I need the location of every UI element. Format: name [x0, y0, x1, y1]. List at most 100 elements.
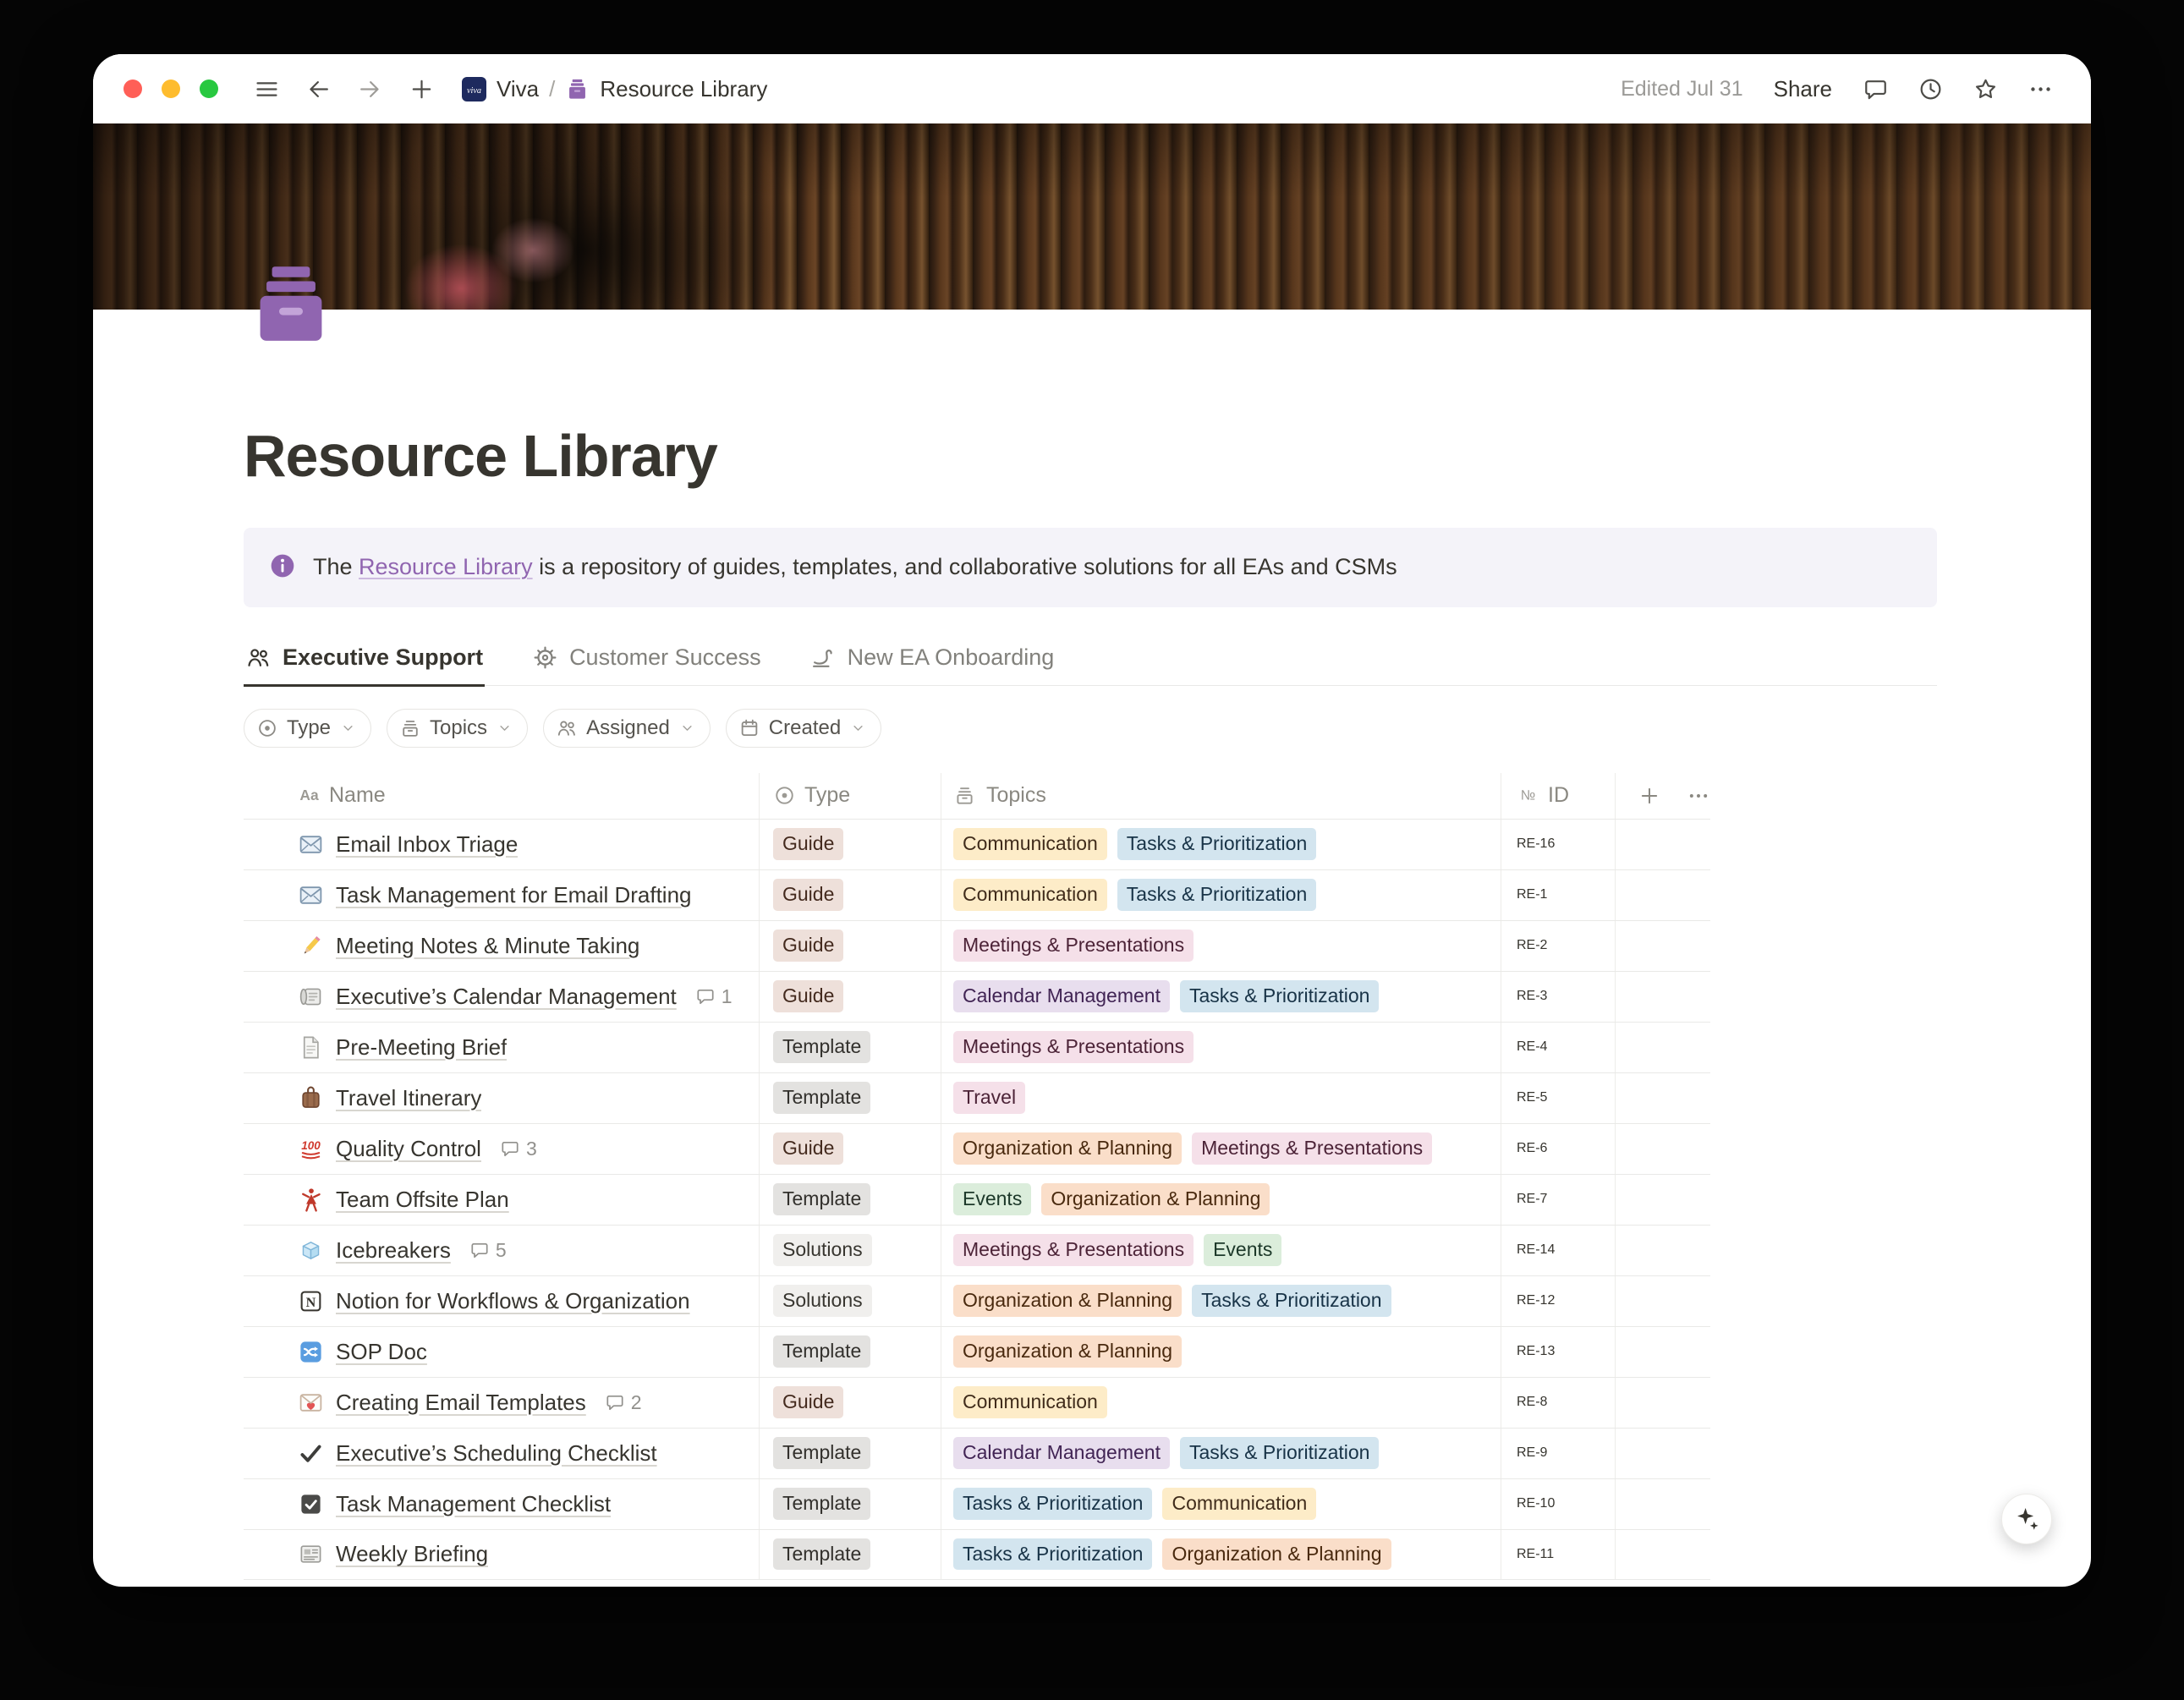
type-cell[interactable]: Guide: [760, 870, 941, 920]
name-cell[interactable]: Travel Itinerary: [244, 1073, 760, 1123]
tab-customer-success[interactable]: Customer Success: [530, 644, 763, 687]
comment-count-badge[interactable]: 5: [469, 1239, 507, 1262]
table-row[interactable]: Icebreakers 5 SolutionsMeetings & Presenta…: [244, 1225, 1710, 1275]
name-cell[interactable]: Executive’s Calendar Management1: [244, 972, 760, 1022]
back-arrow-icon[interactable]: [305, 76, 332, 102]
name-cell[interactable]: Weekly Briefing: [244, 1530, 760, 1579]
type-cell[interactable]: Template: [760, 1429, 941, 1478]
table-row[interactable]: 100Quality Control3GuideOrganization & P…: [244, 1123, 1710, 1174]
id-cell[interactable]: RE-7: [1501, 1175, 1616, 1225]
name-cell[interactable]: Team Offsite Plan: [244, 1175, 760, 1225]
history-clock-icon[interactable]: [1918, 76, 1944, 102]
type-cell[interactable]: Solutions: [760, 1226, 941, 1275]
comment-count-badge[interactable]: 1: [695, 985, 733, 1008]
id-cell[interactable]: RE-12: [1501, 1276, 1616, 1326]
zoom-button[interactable]: [200, 80, 218, 98]
page-icon-archive[interactable]: [244, 257, 338, 352]
topics-cell[interactable]: Meetings & PresentationsEvents: [941, 1226, 1501, 1275]
name-cell[interactable]: Task Management for Email Drafting: [244, 870, 760, 920]
column-header-topics[interactable]: Topics: [941, 773, 1501, 819]
column-header-name[interactable]: Aa Name: [244, 773, 760, 819]
comment-count-badge[interactable]: 3: [500, 1138, 537, 1160]
table-row[interactable]: NNotion for Workflows & OrganizationSolu…: [244, 1275, 1710, 1326]
topics-cell[interactable]: Tasks & PrioritizationOrganization & Pla…: [941, 1530, 1501, 1579]
more-ellipsis-icon[interactable]: [2028, 76, 2054, 102]
id-cell[interactable]: RE-8: [1501, 1378, 1616, 1428]
table-row[interactable]: Pre-Meeting Brief TemplateMeetings & Pres…: [244, 1022, 1710, 1072]
table-row[interactable]: Team Offsite Plan TemplateEventsOrganizat…: [244, 1174, 1710, 1225]
column-header-type[interactable]: Type: [760, 773, 941, 819]
type-cell[interactable]: Guide: [760, 1378, 941, 1428]
type-cell[interactable]: Guide: [760, 1124, 941, 1174]
comment-count-badge[interactable]: 2: [605, 1391, 642, 1414]
topics-cell[interactable]: Tasks & PrioritizationCommunication: [941, 1479, 1501, 1529]
comment-bubble-icon[interactable]: [1863, 76, 1889, 102]
name-cell[interactable]: SOP Doc: [244, 1327, 760, 1377]
plus-icon[interactable]: [409, 76, 435, 102]
type-cell[interactable]: Guide: [760, 820, 941, 869]
column-header-id[interactable]: № ID: [1501, 773, 1616, 819]
minimize-button[interactable]: [162, 80, 180, 98]
page-link[interactable]: SOP Doc: [336, 1339, 427, 1365]
close-button[interactable]: [123, 80, 142, 98]
type-cell[interactable]: Template: [760, 1327, 941, 1377]
type-cell[interactable]: Template: [760, 1175, 941, 1225]
type-cell[interactable]: Template: [760, 1023, 941, 1072]
page-link[interactable]: Team Offsite Plan: [336, 1187, 509, 1213]
table-row[interactable]: Weekly Briefing TemplateTasks & Prioritiz…: [244, 1529, 1710, 1580]
page-link[interactable]: Weekly Briefing: [336, 1541, 488, 1567]
page-link[interactable]: Task Management Checklist: [336, 1491, 611, 1517]
page-link[interactable]: Email Inbox Triage: [336, 831, 518, 858]
table-row[interactable]: Task Management for Email Drafting GuideC…: [244, 869, 1710, 920]
name-cell[interactable]: Pre-Meeting Brief: [244, 1023, 760, 1072]
topics-cell[interactable]: Meetings & Presentations: [941, 921, 1501, 971]
type-cell[interactable]: Template: [760, 1479, 941, 1529]
page-link[interactable]: Notion for Workflows & Organization: [336, 1288, 690, 1314]
id-cell[interactable]: RE-10: [1501, 1479, 1616, 1529]
page-link[interactable]: Icebreakers: [336, 1237, 451, 1264]
id-cell[interactable]: RE-6: [1501, 1124, 1616, 1174]
hamburger-icon[interactable]: [254, 76, 280, 102]
filter-type[interactable]: Type: [244, 709, 371, 748]
name-cell[interactable]: NNotion for Workflows & Organization: [244, 1276, 760, 1326]
id-cell[interactable]: RE-13: [1501, 1327, 1616, 1377]
topics-cell[interactable]: Calendar ManagementTasks & Prioritizatio…: [941, 972, 1501, 1022]
topics-cell[interactable]: CommunicationTasks & Prioritization: [941, 820, 1501, 869]
topics-cell[interactable]: CommunicationTasks & Prioritization: [941, 870, 1501, 920]
page-link[interactable]: Pre-Meeting Brief: [336, 1034, 507, 1061]
id-cell[interactable]: RE-5: [1501, 1073, 1616, 1123]
page-link[interactable]: Task Management for Email Drafting: [336, 882, 692, 908]
share-button[interactable]: Share: [1774, 76, 1832, 102]
name-cell[interactable]: Executive’s Scheduling Checklist: [244, 1429, 760, 1478]
topics-cell[interactable]: Meetings & Presentations: [941, 1023, 1501, 1072]
id-cell[interactable]: RE-14: [1501, 1226, 1616, 1275]
table-row[interactable]: Task Management Checklist TemplateTasks &…: [244, 1478, 1710, 1529]
table-row[interactable]: Executive’s Calendar Management1GuideCal…: [244, 971, 1710, 1022]
table-row[interactable]: Creating Email Templates 2 GuideCommunicat…: [244, 1377, 1710, 1428]
page-link[interactable]: Meeting Notes & Minute Taking: [336, 933, 639, 959]
more-ellipsis-icon[interactable]: [1687, 784, 1710, 808]
table-row[interactable]: Executive’s Scheduling ChecklistTemplate…: [244, 1428, 1710, 1478]
name-cell[interactable]: Email Inbox Triage: [244, 820, 760, 869]
name-cell[interactable]: 100Quality Control3: [244, 1124, 760, 1174]
page-link[interactable]: Creating Email Templates: [336, 1390, 586, 1416]
type-cell[interactable]: Template: [760, 1073, 941, 1123]
table-row[interactable]: Email Inbox Triage GuideCommunicationTask…: [244, 819, 1710, 869]
type-cell[interactable]: Solutions: [760, 1276, 941, 1326]
table-row[interactable]: Travel ItineraryTemplateTravelRE-5: [244, 1072, 1710, 1123]
tab-new-ea-onboarding[interactable]: New EA Onboarding: [809, 644, 1056, 687]
tab-executive-support[interactable]: Executive Support: [244, 644, 485, 687]
id-cell[interactable]: RE-3: [1501, 972, 1616, 1022]
table-row[interactable]: SOP DocTemplateOrganization & PlanningRE…: [244, 1326, 1710, 1377]
topics-cell[interactable]: Communication: [941, 1378, 1501, 1428]
table-row[interactable]: Meeting Notes & Minute TakingGuideMeetin…: [244, 920, 1710, 971]
ai-assistant-button[interactable]: [2001, 1494, 2052, 1544]
name-cell[interactable]: Task Management Checklist: [244, 1479, 760, 1529]
forward-arrow-icon[interactable]: [357, 76, 383, 102]
breadcrumb-workspace[interactable]: Viva: [497, 76, 539, 102]
topics-cell[interactable]: EventsOrganization & Planning: [941, 1175, 1501, 1225]
type-cell[interactable]: Template: [760, 1530, 941, 1579]
id-cell[interactable]: RE-11: [1501, 1530, 1616, 1579]
id-cell[interactable]: RE-1: [1501, 870, 1616, 920]
id-cell[interactable]: RE-4: [1501, 1023, 1616, 1072]
